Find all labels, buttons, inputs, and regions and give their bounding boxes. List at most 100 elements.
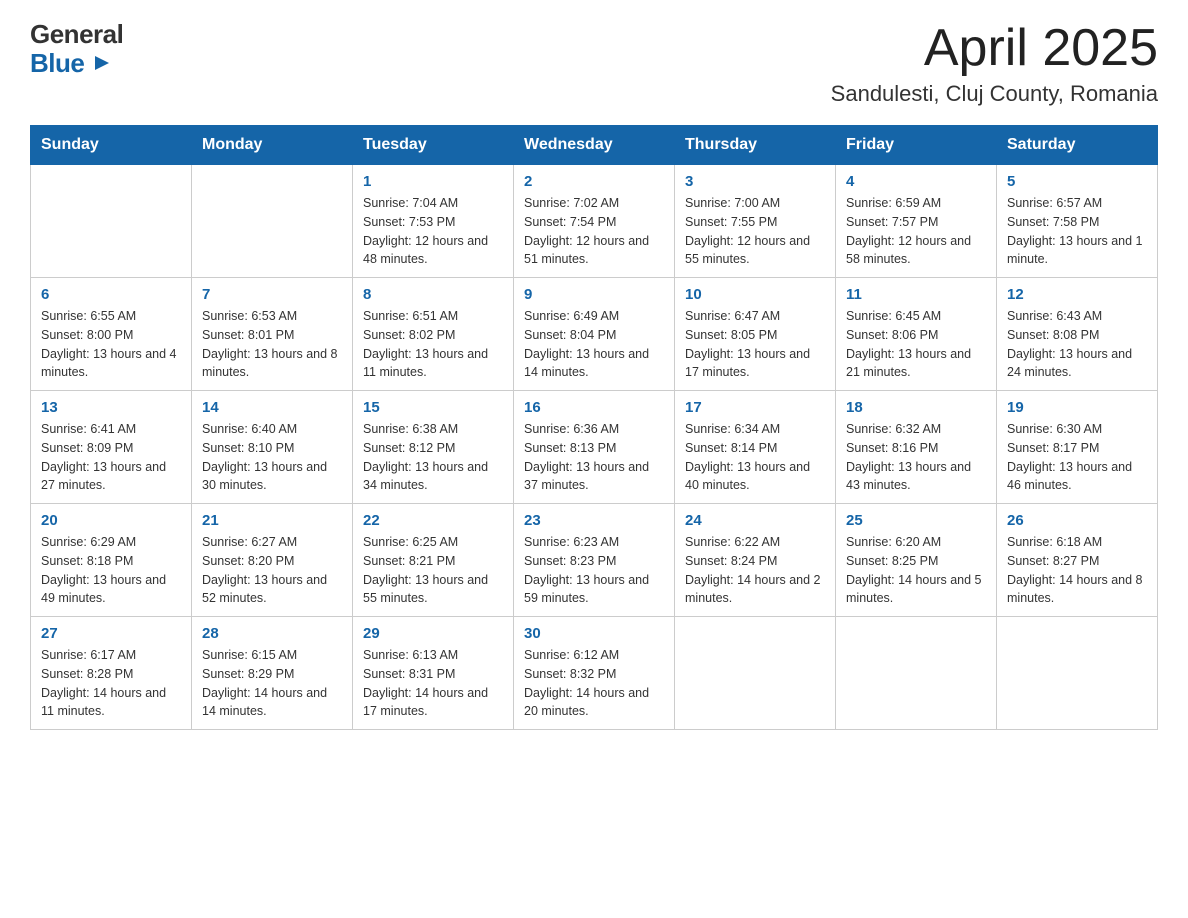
calendar-week-4: 20Sunrise: 6:29 AM Sunset: 8:18 PM Dayli… bbox=[31, 504, 1158, 617]
day-number: 20 bbox=[41, 512, 181, 529]
day-number: 27 bbox=[41, 625, 181, 642]
calendar-cell: 22 Sunrise: 6:25 AM Sunset: 8:21 PM Dayli… bbox=[353, 504, 514, 617]
calendar-cell: 17 Sunrise: 6:34 AM Sunset: 8:14 PM Dayli… bbox=[675, 391, 836, 504]
logo-general: General bbox=[30, 20, 123, 49]
day-number: 8 bbox=[363, 286, 503, 303]
day-info: Sunrise: 6:59 AM Sunset: 7:57 PM Dayligh… bbox=[846, 194, 986, 269]
day-info: Sunrise: 6:49 AM Sunset: 8:04 PM Dayligh… bbox=[524, 307, 664, 382]
day-info: Sunrise: 6:25 AM Sunset: 8:21 PM Dayligh… bbox=[363, 533, 503, 608]
day-info: Sunrise: 6:27 AM Sunset: 8:20 PM Dayligh… bbox=[202, 533, 342, 608]
month-title: April 2025 bbox=[831, 20, 1158, 77]
day-info: Sunrise: 6:55 AM Sunset: 8:00 PM Dayligh… bbox=[41, 307, 181, 382]
logo: General Blue bbox=[30, 20, 123, 77]
day-info: Sunrise: 6:40 AM Sunset: 8:10 PM Dayligh… bbox=[202, 420, 342, 495]
day-number: 19 bbox=[1007, 399, 1147, 416]
day-number: 16 bbox=[524, 399, 664, 416]
calendar-week-1: 1Sunrise: 7:04 AM Sunset: 7:53 PM Daylig… bbox=[31, 165, 1158, 278]
day-number: 3 bbox=[685, 173, 825, 190]
calendar-cell: 27 Sunrise: 6:17 AM Sunset: 8:28 PM Dayli… bbox=[31, 617, 192, 730]
day-number: 9 bbox=[524, 286, 664, 303]
day-number: 23 bbox=[524, 512, 664, 529]
day-number: 13 bbox=[41, 399, 181, 416]
day-info: Sunrise: 6:34 AM Sunset: 8:14 PM Dayligh… bbox=[685, 420, 825, 495]
calendar-cell: 4 Sunrise: 6:59 AM Sunset: 7:57 PM Daylig… bbox=[836, 165, 997, 278]
calendar-cell: 26 Sunrise: 6:18 AM Sunset: 8:27 PM Dayli… bbox=[997, 504, 1158, 617]
calendar-table: SundayMondayTuesdayWednesdayThursdayFrid… bbox=[30, 125, 1158, 730]
calendar-cell: 11Sunrise: 6:45 AM Sunset: 8:06 PM Dayli… bbox=[836, 278, 997, 391]
day-info: Sunrise: 6:12 AM Sunset: 8:32 PM Dayligh… bbox=[524, 646, 664, 721]
day-number: 18 bbox=[846, 399, 986, 416]
calendar-cell bbox=[31, 165, 192, 278]
day-info: Sunrise: 6:15 AM Sunset: 8:29 PM Dayligh… bbox=[202, 646, 342, 721]
day-number: 14 bbox=[202, 399, 342, 416]
day-info: Sunrise: 6:13 AM Sunset: 8:31 PM Dayligh… bbox=[363, 646, 503, 721]
day-number: 29 bbox=[363, 625, 503, 642]
calendar-cell: 23 Sunrise: 6:23 AM Sunset: 8:23 PM Dayli… bbox=[514, 504, 675, 617]
day-number: 2 bbox=[524, 173, 664, 190]
calendar-cell: 7 Sunrise: 6:53 AM Sunset: 8:01 PM Daylig… bbox=[192, 278, 353, 391]
calendar-header-saturday: Saturday bbox=[997, 126, 1158, 165]
day-info: Sunrise: 6:51 AM Sunset: 8:02 PM Dayligh… bbox=[363, 307, 503, 382]
calendar-cell: 28Sunrise: 6:15 AM Sunset: 8:29 PM Dayli… bbox=[192, 617, 353, 730]
calendar-cell: 30 Sunrise: 6:12 AM Sunset: 8:32 PM Dayli… bbox=[514, 617, 675, 730]
day-info: Sunrise: 6:53 AM Sunset: 8:01 PM Dayligh… bbox=[202, 307, 342, 382]
calendar-cell: 24 Sunrise: 6:22 AM Sunset: 8:24 PM Dayli… bbox=[675, 504, 836, 617]
day-number: 4 bbox=[846, 173, 986, 190]
calendar-cell: 16 Sunrise: 6:36 AM Sunset: 8:13 PM Dayli… bbox=[514, 391, 675, 504]
calendar-header-monday: Monday bbox=[192, 126, 353, 165]
calendar-cell: 19Sunrise: 6:30 AM Sunset: 8:17 PM Dayli… bbox=[997, 391, 1158, 504]
day-number: 22 bbox=[363, 512, 503, 529]
day-number: 7 bbox=[202, 286, 342, 303]
day-number: 6 bbox=[41, 286, 181, 303]
calendar-cell: 20Sunrise: 6:29 AM Sunset: 8:18 PM Dayli… bbox=[31, 504, 192, 617]
day-info: Sunrise: 6:20 AM Sunset: 8:25 PM Dayligh… bbox=[846, 533, 986, 608]
day-number: 30 bbox=[524, 625, 664, 642]
calendar-cell: 29 Sunrise: 6:13 AM Sunset: 8:31 PM Dayli… bbox=[353, 617, 514, 730]
logo-triangle-icon bbox=[93, 54, 111, 72]
calendar-cell: 18 Sunrise: 6:32 AM Sunset: 8:16 PM Dayli… bbox=[836, 391, 997, 504]
day-info: Sunrise: 7:00 AM Sunset: 7:55 PM Dayligh… bbox=[685, 194, 825, 269]
day-number: 17 bbox=[685, 399, 825, 416]
day-info: Sunrise: 6:43 AM Sunset: 8:08 PM Dayligh… bbox=[1007, 307, 1147, 382]
calendar-cell: 12 Sunrise: 6:43 AM Sunset: 8:08 PM Dayli… bbox=[997, 278, 1158, 391]
day-number: 15 bbox=[363, 399, 503, 416]
calendar-header-friday: Friday bbox=[836, 126, 997, 165]
day-info: Sunrise: 6:22 AM Sunset: 8:24 PM Dayligh… bbox=[685, 533, 825, 608]
calendar-cell: 10Sunrise: 6:47 AM Sunset: 8:05 PM Dayli… bbox=[675, 278, 836, 391]
day-number: 11 bbox=[846, 286, 986, 303]
calendar-cell: 21Sunrise: 6:27 AM Sunset: 8:20 PM Dayli… bbox=[192, 504, 353, 617]
day-info: Sunrise: 6:17 AM Sunset: 8:28 PM Dayligh… bbox=[41, 646, 181, 721]
calendar-header-tuesday: Tuesday bbox=[353, 126, 514, 165]
calendar-cell: 5Sunrise: 6:57 AM Sunset: 7:58 PM Daylig… bbox=[997, 165, 1158, 278]
calendar-cell bbox=[836, 617, 997, 730]
calendar-cell: 9 Sunrise: 6:49 AM Sunset: 8:04 PM Daylig… bbox=[514, 278, 675, 391]
day-number: 12 bbox=[1007, 286, 1147, 303]
day-info: Sunrise: 6:18 AM Sunset: 8:27 PM Dayligh… bbox=[1007, 533, 1147, 608]
calendar-week-3: 13 Sunrise: 6:41 AM Sunset: 8:09 PM Dayli… bbox=[31, 391, 1158, 504]
day-number: 26 bbox=[1007, 512, 1147, 529]
day-number: 5 bbox=[1007, 173, 1147, 190]
day-number: 24 bbox=[685, 512, 825, 529]
calendar-cell: 6 Sunrise: 6:55 AM Sunset: 8:00 PM Daylig… bbox=[31, 278, 192, 391]
title-section: April 2025 Sandulesti, Cluj County, Roma… bbox=[831, 20, 1158, 107]
calendar-cell: 15 Sunrise: 6:38 AM Sunset: 8:12 PM Dayli… bbox=[353, 391, 514, 504]
day-info: Sunrise: 6:23 AM Sunset: 8:23 PM Dayligh… bbox=[524, 533, 664, 608]
calendar-cell bbox=[675, 617, 836, 730]
calendar-cell: 25 Sunrise: 6:20 AM Sunset: 8:25 PM Dayli… bbox=[836, 504, 997, 617]
day-info: Sunrise: 6:32 AM Sunset: 8:16 PM Dayligh… bbox=[846, 420, 986, 495]
day-info: Sunrise: 6:36 AM Sunset: 8:13 PM Dayligh… bbox=[524, 420, 664, 495]
day-info: Sunrise: 6:41 AM Sunset: 8:09 PM Dayligh… bbox=[41, 420, 181, 495]
location-title: Sandulesti, Cluj County, Romania bbox=[831, 81, 1158, 107]
calendar-cell: 8 Sunrise: 6:51 AM Sunset: 8:02 PM Daylig… bbox=[353, 278, 514, 391]
calendar-week-5: 27 Sunrise: 6:17 AM Sunset: 8:28 PM Dayli… bbox=[31, 617, 1158, 730]
day-number: 25 bbox=[846, 512, 986, 529]
day-info: Sunrise: 6:38 AM Sunset: 8:12 PM Dayligh… bbox=[363, 420, 503, 495]
day-number: 10 bbox=[685, 286, 825, 303]
day-number: 1 bbox=[363, 173, 503, 190]
logo-blue: Blue bbox=[30, 49, 123, 78]
calendar-cell: 14 Sunrise: 6:40 AM Sunset: 8:10 PM Dayli… bbox=[192, 391, 353, 504]
calendar-cell: 2Sunrise: 7:02 AM Sunset: 7:54 PM Daylig… bbox=[514, 165, 675, 278]
calendar-cell bbox=[192, 165, 353, 278]
calendar-cell: 1Sunrise: 7:04 AM Sunset: 7:53 PM Daylig… bbox=[353, 165, 514, 278]
calendar-header-row: SundayMondayTuesdayWednesdayThursdayFrid… bbox=[31, 126, 1158, 165]
